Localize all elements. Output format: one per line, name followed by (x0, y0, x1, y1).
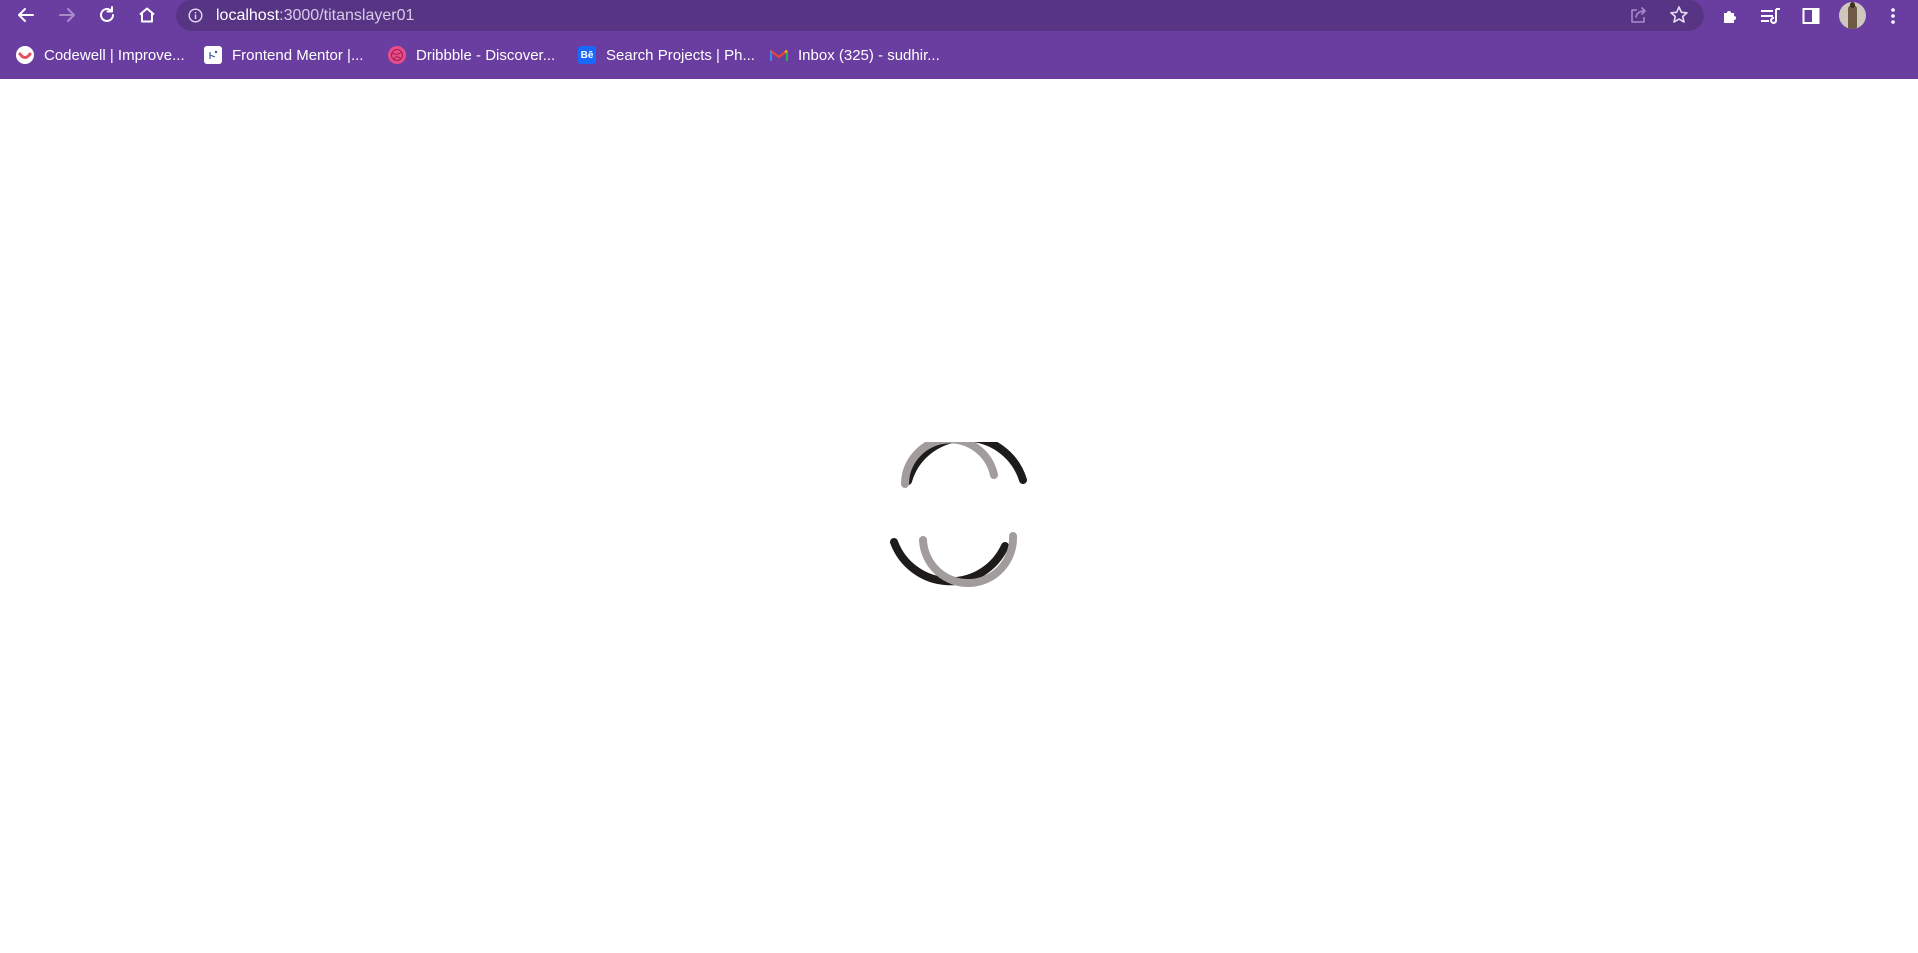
browser-chrome: localhost:3000/titanslayer01 Codewell | … (0, 0, 1918, 79)
bookmark-star-button[interactable] (1669, 5, 1689, 25)
bookmark-gmail[interactable]: Inbox (325) - sudhir... (770, 42, 940, 68)
back-button[interactable] (11, 0, 41, 30)
arrow-left-icon (18, 8, 34, 22)
home-button[interactable] (132, 0, 162, 30)
bookmark-label: Dribbble - Discover... (416, 46, 556, 64)
share-icon (1631, 7, 1646, 23)
dribbble-icon (388, 46, 406, 64)
bookmark-dribbble[interactable]: Dribbble - Discover... (388, 42, 555, 68)
bookmark-codewell[interactable]: Codewell | Improve... (16, 42, 185, 68)
star-icon (1670, 6, 1688, 23)
forward-button[interactable] (52, 0, 82, 30)
loading-spinner-icon (890, 442, 1027, 587)
bookmark-behance[interactable]: Bē Search Projects | Ph... (578, 42, 755, 68)
reload-button[interactable] (92, 0, 122, 30)
bookmark-frontend-mentor[interactable]: Frontend Mentor |... (204, 42, 363, 68)
behance-icon: Bē (578, 46, 596, 64)
avatar-figure (1848, 5, 1857, 29)
reading-list-icon (1761, 8, 1780, 24)
browser-menu-button[interactable] (1880, 3, 1906, 29)
bookmark-label: Codewell | Improve... (44, 46, 185, 64)
home-icon (139, 7, 155, 23)
bookmark-label: Search Projects | Ph... (606, 46, 755, 64)
profile-avatar[interactable] (1839, 2, 1866, 29)
address-bar[interactable]: localhost:3000/titanslayer01 (176, 0, 1704, 31)
url-path: :3000/titanslayer01 (279, 7, 415, 24)
info-icon[interactable] (188, 8, 203, 23)
puzzle-icon (1724, 11, 1736, 23)
gmail-icon (770, 46, 788, 64)
side-panel-icon (1802, 8, 1820, 24)
kebab-menu-icon (1891, 8, 1895, 24)
frontend-mentor-icon (204, 46, 222, 64)
reading-list-button[interactable] (1758, 3, 1784, 29)
bookmarks-bar: Codewell | Improve... Frontend Mentor |.… (0, 42, 1918, 68)
reload-icon (100, 6, 114, 22)
url-text[interactable]: localhost:3000/titanslayer01 (216, 6, 414, 25)
page-content (0, 79, 1918, 953)
side-panel-button[interactable] (1798, 3, 1824, 29)
extensions-button[interactable] (1718, 3, 1744, 29)
codewell-icon (16, 46, 34, 64)
arrow-right-icon (59, 8, 75, 22)
share-button[interactable] (1629, 5, 1649, 25)
url-host: localhost (216, 7, 280, 24)
avatar-head (1850, 2, 1855, 8)
browser-toolbar: localhost:3000/titanslayer01 (0, 0, 1918, 31)
bookmark-label: Inbox (325) - sudhir... (798, 46, 940, 64)
bookmark-label: Frontend Mentor |... (232, 46, 364, 64)
